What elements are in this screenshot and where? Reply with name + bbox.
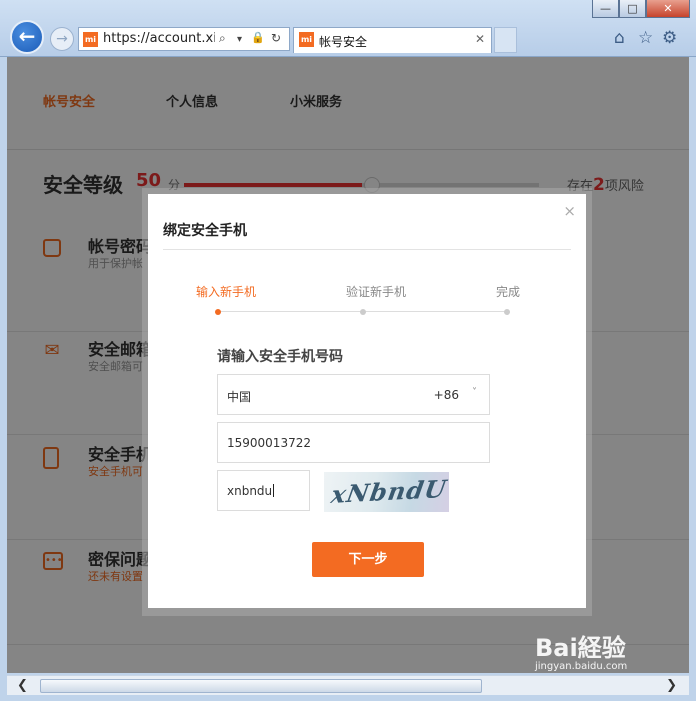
country-name: 中国 <box>227 390 252 404</box>
step-done: 完成 <box>496 285 521 299</box>
chevron-down-icon[interactable]: ˅ <box>472 387 477 398</box>
lock-icon[interactable]: 🔒 <box>251 31 265 44</box>
captcha-image-text: xNbndU <box>329 474 450 509</box>
browser-titlebar: — □ ✕ ← → mi https://account.xi... ⌕ ▾ 🔒… <box>0 0 696 57</box>
phone-number-value: 15900013722 <box>227 436 311 450</box>
bind-phone-dialog: 绑定安全手机 × 输入新手机 验证新手机 完成 请输入安全手机号码 中国 +86… <box>148 194 586 608</box>
forward-button[interactable]: → <box>50 27 74 51</box>
step-dot-2 <box>360 309 366 315</box>
window-controls: — □ ✕ <box>592 0 690 18</box>
close-window-button[interactable]: ✕ <box>646 0 690 18</box>
dialog-divider <box>163 249 571 250</box>
refresh-icon[interactable]: ↻ <box>271 31 281 45</box>
captcha-input-value: xnbndu <box>227 484 275 498</box>
step-enter-phone: 输入新手机 <box>196 285 257 299</box>
dialog-title: 绑定安全手机 <box>163 223 247 239</box>
scroll-thumb[interactable] <box>40 679 482 693</box>
search-icon[interactable]: ⌕ <box>219 31 226 46</box>
country-code-select[interactable]: 中国 +86 ˅ <box>217 374 490 415</box>
baidu-jingyan-watermark: Bai経验 jingyan.baidu.com <box>535 628 627 672</box>
phone-number-input[interactable]: 15900013722 <box>217 422 490 463</box>
home-icon[interactable]: ⌂ <box>614 28 625 48</box>
tab-title: 帐号安全 <box>319 35 368 49</box>
chevron-down-icon[interactable]: ▾ <box>237 34 242 45</box>
next-step-button[interactable]: 下一步 <box>312 542 424 577</box>
scroll-right-icon[interactable]: ❯ <box>666 678 677 693</box>
step-dot-1 <box>215 309 221 315</box>
maximize-button[interactable]: □ <box>619 0 646 18</box>
step-dot-3 <box>504 309 510 315</box>
gear-icon[interactable]: ⚙ <box>662 28 677 48</box>
star-icon[interactable]: ☆ <box>638 28 653 48</box>
browser-tab[interactable]: mi 帐号安全 ✕ <box>293 27 492 53</box>
modal-frame: 绑定安全手机 × 输入新手机 验证新手机 完成 请输入安全手机号码 中国 +86… <box>142 188 592 616</box>
site-favicon-icon: mi <box>83 32 98 47</box>
tab-favicon-icon: mi <box>299 32 314 47</box>
captcha-input[interactable]: xnbndu <box>217 470 310 511</box>
url-text[interactable]: https://account.xi... <box>103 31 215 46</box>
form-heading: 请输入安全手机号码 <box>217 349 343 365</box>
new-tab-button[interactable] <box>494 27 517 53</box>
step-verify-phone: 验证新手机 <box>346 285 407 299</box>
back-button[interactable]: ← <box>10 20 44 54</box>
dial-code: +86 <box>433 388 459 402</box>
watermark-logo: Bai経验 <box>535 634 626 662</box>
captcha-image[interactable]: xNbndU <box>324 472 449 512</box>
tab-close-icon[interactable]: ✕ <box>475 32 485 46</box>
scroll-left-icon[interactable]: ❮ <box>17 678 28 693</box>
address-bar[interactable]: mi https://account.xi... ⌕ ▾ 🔒 ↻ <box>78 27 290 51</box>
minimize-button[interactable]: — <box>592 0 619 18</box>
horizontal-scrollbar[interactable]: ❮ ❯ <box>7 675 689 695</box>
close-icon[interactable]: × <box>563 202 576 220</box>
watermark-url: jingyan.baidu.com <box>535 661 628 672</box>
page-viewport: 帐号安全 个人信息 小米服务 安全等级 50 分 存在2项风险 帐号密码 用于保… <box>7 57 689 673</box>
